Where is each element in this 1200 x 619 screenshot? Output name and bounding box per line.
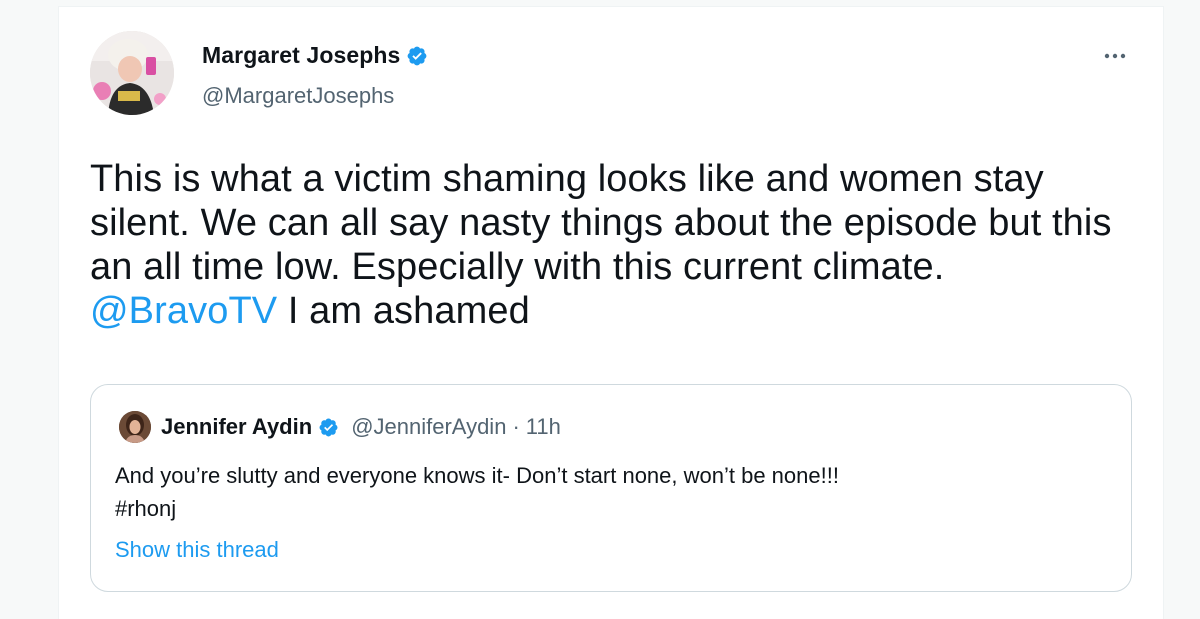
quoted-tweet-text-line: And you’re slutty and everyone knows it-… bbox=[115, 463, 839, 488]
mention-link[interactable]: @BravoTV bbox=[90, 290, 277, 332]
quoted-separator: · bbox=[512, 414, 520, 439]
quoted-profile-photo-icon bbox=[119, 411, 151, 443]
quoted-timestamp[interactable]: 11h bbox=[526, 414, 561, 440]
author-display-name[interactable]: Margaret Josephs bbox=[202, 42, 400, 69]
tweet-text-after-mention: I am ashamed bbox=[277, 290, 530, 332]
more-horizontal-icon[interactable] bbox=[1099, 45, 1131, 67]
quoted-tweet-card[interactable]: Jennifer Aydin @JenniferAydin · 11h And … bbox=[90, 384, 1132, 592]
tweet-text: This is what a victim shaming looks like… bbox=[90, 157, 1120, 333]
quoted-tweet-text: And you’re slutty and everyone knows it-… bbox=[115, 459, 1105, 525]
quoted-verified-badge-icon bbox=[318, 417, 339, 438]
verified-badge-icon bbox=[406, 45, 428, 67]
quoted-tweet-header: Jennifer Aydin @JenniferAydin · 11h bbox=[119, 411, 561, 443]
author-name-row[interactable]: Margaret Josephs bbox=[202, 42, 428, 69]
quoted-author-handle[interactable]: @JenniferAydin bbox=[351, 414, 506, 440]
quoted-tweet-hashtag: #rhonj bbox=[115, 496, 177, 521]
quoted-author-display-name[interactable]: Jennifer Aydin bbox=[161, 414, 312, 440]
profile-photo-icon bbox=[90, 31, 174, 115]
author-avatar[interactable] bbox=[90, 31, 174, 115]
author-handle[interactable]: @MargaretJosephs bbox=[202, 83, 394, 109]
show-thread-link[interactable]: Show this thread bbox=[115, 537, 279, 563]
quoted-author-avatar[interactable] bbox=[119, 411, 151, 443]
page: Margaret Josephs @MargaretJosephs This i… bbox=[0, 0, 1200, 619]
tweet-card[interactable]: Margaret Josephs @MargaretJosephs This i… bbox=[58, 6, 1164, 619]
tweet-text-before-mention: This is what a victim shaming looks like… bbox=[90, 158, 1112, 288]
